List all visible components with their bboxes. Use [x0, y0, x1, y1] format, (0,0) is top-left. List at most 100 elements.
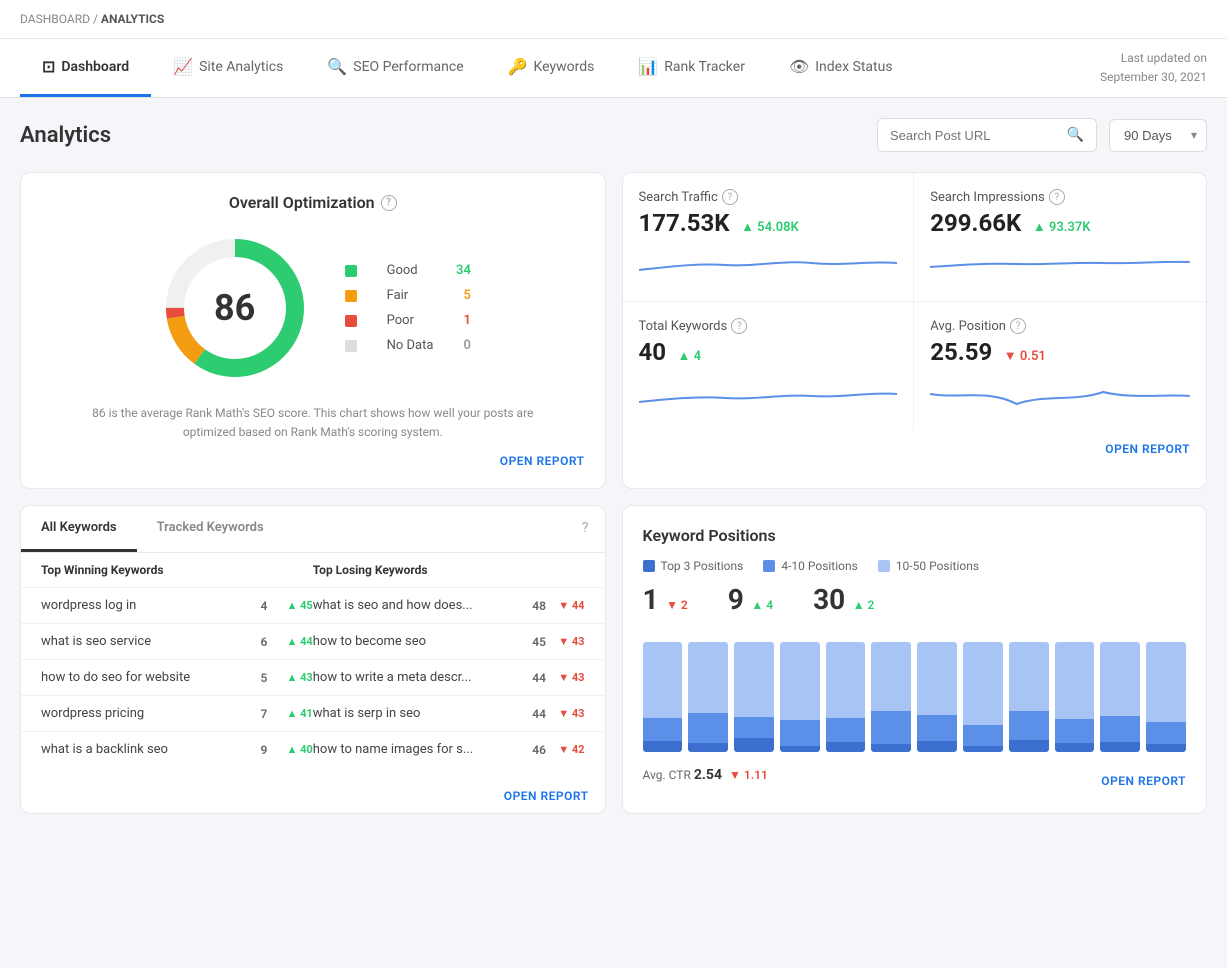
stat-section-3: Avg. Position ? 25.59 ▼ 0.51 [914, 302, 1206, 430]
opt-title: Overall Optimization ? [41, 193, 585, 212]
bar-segment [734, 738, 774, 752]
tab-label-dashboard: Dashboard [61, 59, 129, 75]
bar-stack [1146, 642, 1186, 752]
stat-help-icon[interactable]: ? [722, 189, 738, 205]
opt-open-report[interactable]: OPEN REPORT [41, 454, 585, 468]
kw-row: wordpress log in 4 ▲ 45 what is seo and … [21, 587, 605, 623]
kw-open-report[interactable]: OPEN REPORT [37, 789, 589, 803]
bar-group-5 [871, 632, 911, 752]
tab-dashboard[interactable]: ⊡Dashboard [20, 39, 151, 97]
kw-help-icon[interactable]: ? [566, 506, 605, 552]
kp-stat: 1 ▼ 2 [643, 583, 688, 616]
kp-stat-change: ▲ 2 [853, 598, 875, 612]
stat-help-icon[interactable]: ? [1049, 189, 1065, 205]
bar-segment [643, 718, 683, 741]
kw-winning-item: how to do seo for website 5 ▲ 43 [41, 670, 313, 685]
mini-chart [639, 374, 898, 414]
kw-losing-delta: ▼ 43 [558, 635, 584, 648]
kp-legend-dot [643, 560, 655, 572]
bar-stack [871, 642, 911, 752]
bar-group-11 [1146, 632, 1186, 752]
bar-segment [688, 743, 728, 752]
kp-title: Keyword Positions [643, 526, 1187, 545]
bar-stack [1009, 642, 1049, 752]
tab-keywords[interactable]: 🔑Keywords [486, 39, 617, 97]
kw-tab-all-keywords[interactable]: All Keywords [21, 506, 137, 552]
kw-winning-name: wordpress pricing [41, 706, 255, 721]
kp-stats: 1 ▼ 2 9 ▲ 4 30 ▲ 2 [643, 583, 1187, 616]
legend-item-no-data: No Data 0 [345, 338, 471, 353]
kw-losing-item: what is serp in seo 44 ▼ 43 [313, 706, 585, 721]
kw-winning-pos: 9 [261, 743, 281, 757]
tab-seo-performance[interactable]: 🔍SEO Performance [305, 39, 485, 97]
bar-group-9 [1055, 632, 1095, 752]
stat-help-icon[interactable]: ? [731, 318, 747, 334]
bar-segment [1055, 642, 1095, 719]
kw-winning-name: what is a backlink seo [41, 742, 255, 757]
bar-stack [643, 642, 683, 752]
bar-segment [917, 715, 957, 741]
bottom-grid: All KeywordsTracked Keywords? Top Winnin… [20, 505, 1207, 814]
search-input[interactable] [890, 128, 1059, 143]
bar-segment [1146, 722, 1186, 744]
tab-icon-index-status: 👁 [789, 57, 809, 76]
kw-losing-delta: ▼ 42 [558, 743, 584, 756]
kw-losing-name: how to write a meta descr... [313, 670, 527, 685]
stat-number: 40 [639, 338, 667, 366]
tab-label-rank-tracker: Rank Tracker [664, 59, 745, 75]
avg-ctr-change: ▼ 1.11 [729, 768, 768, 782]
kw-tab-tracked-keywords[interactable]: Tracked Keywords [137, 506, 284, 552]
kp-legend-label: Top 3 Positions [661, 559, 744, 573]
stat-section-1: Search Impressions ? 299.66K ▲ 93.37K [914, 173, 1206, 302]
kw-winning-item: what is a backlink seo 9 ▲ 40 [41, 742, 313, 757]
bar-segment [734, 642, 774, 716]
opt-help-icon[interactable]: ? [381, 195, 397, 211]
stat-number: 25.59 [930, 338, 992, 366]
legend-count: 0 [463, 338, 470, 353]
tab-site-analytics[interactable]: 📈Site Analytics [151, 39, 305, 97]
bar-segment [963, 746, 1003, 752]
kw-losing-name: what is seo and how does... [313, 598, 527, 613]
kw-losing-pos: 44 [532, 707, 552, 721]
bar-segment [871, 642, 911, 711]
kw-row: wordpress pricing 7 ▲ 41 what is serp in… [21, 695, 605, 731]
bar-segment [1146, 744, 1186, 752]
bar-segment [1009, 642, 1049, 711]
stat-value: 177.53K ▲ 54.08K [639, 209, 898, 237]
stats-grid: Search Traffic ? 177.53K ▲ 54.08K Search… [623, 173, 1207, 430]
kw-losing-name: what is serp in seo [313, 706, 527, 721]
kw-winning-delta: ▲ 45 [287, 599, 313, 612]
kw-losing-delta: ▼ 43 [558, 707, 584, 720]
bar-segment [643, 642, 683, 717]
stat-change: ▼ 0.51 [1004, 348, 1046, 364]
kw-winning-delta: ▲ 43 [287, 671, 313, 684]
keywords-card: All KeywordsTracked Keywords? Top Winnin… [20, 505, 606, 814]
tab-index-status[interactable]: 👁Index Status [767, 39, 915, 97]
kp-legend-label: 4-10 Positions [781, 559, 857, 573]
kw-losing-pos: 48 [532, 599, 552, 613]
page-header: Analytics 🔍 7 Days30 Days90 Days6 Months… [20, 118, 1207, 152]
bar-stack [826, 642, 866, 752]
stat-label: Total Keywords ? [639, 318, 898, 334]
tab-rank-tracker[interactable]: 📊Rank Tracker [616, 39, 767, 97]
bar-group-2 [734, 632, 774, 752]
kp-stat-change: ▲ 4 [751, 598, 773, 612]
days-select[interactable]: 7 Days30 Days90 Days6 Months1 Year [1109, 119, 1207, 152]
kw-header: Top Winning Keywords Top Losing Keywords [21, 553, 605, 587]
stat-number: 177.53K [639, 209, 730, 237]
bar-segment [688, 713, 728, 743]
stat-help-icon[interactable]: ? [1010, 318, 1026, 334]
stats-open-report[interactable]: OPEN REPORT [639, 442, 1191, 456]
stats-card: Search Traffic ? 177.53K ▲ 54.08K Search… [622, 172, 1208, 489]
avg-ctr: Avg. CTR 2.54 ▼ 1.11 [643, 767, 768, 783]
kw-losing-delta: ▼ 43 [558, 671, 584, 684]
bar-stack [1055, 642, 1095, 752]
kp-open-report[interactable]: OPEN REPORT [1101, 774, 1186, 788]
kp-legend-item: Top 3 Positions [643, 559, 744, 573]
legend-label: Poor [387, 313, 434, 328]
bar-group-6 [917, 632, 957, 752]
kw-winning-delta: ▲ 44 [287, 635, 313, 648]
kw-winning-name: what is seo service [41, 634, 255, 649]
stat-section-2: Total Keywords ? 40 ▲ 4 [623, 302, 915, 430]
legend-item-good: Good 34 [345, 263, 471, 278]
